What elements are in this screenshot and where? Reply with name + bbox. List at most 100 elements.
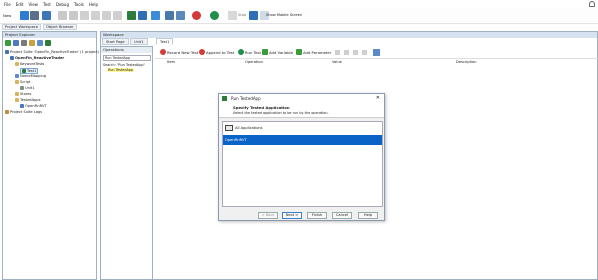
add-parameter-icon <box>296 49 302 55</box>
tree-item-openfinrvt[interactable]: OpenFinRVT <box>20 104 47 108</box>
namemapping-icon <box>15 74 19 78</box>
search-icon[interactable] <box>37 40 43 46</box>
dialog-subheading: Select the tested application to be run … <box>233 111 329 115</box>
tree-item-project[interactable]: OpenFin_ReactiveTrader <box>10 56 64 60</box>
tree-item-testedapps[interactable]: TestedApps <box>15 98 40 102</box>
next-button[interactable]: Next > <box>282 212 302 219</box>
logs-icon <box>5 110 9 114</box>
dialog-title-bar: Run TestedApp ✕ <box>219 94 384 103</box>
script-unit-icon <box>20 86 24 90</box>
menu-test[interactable]: Test <box>43 2 51 7</box>
tree-item-unit1[interactable]: Unit1 <box>20 86 35 90</box>
operations-result-item[interactable]: Run TestedApp <box>107 68 135 72</box>
record-new-test-button[interactable]: Record New Test <box>160 48 198 56</box>
folder-icon <box>15 62 19 66</box>
back-button[interactable]: < Back <box>258 212 278 219</box>
tab-object-browser[interactable]: Object Browser <box>43 24 77 30</box>
project-explorer-pane: Project Explorer Project Suite 'OpenFin_… <box>2 31 99 280</box>
run-test-button[interactable]: Run Test <box>238 48 261 56</box>
column-item[interactable]: Item <box>167 60 175 64</box>
cancel-button[interactable]: Cancel <box>332 212 352 219</box>
indent-right-icon[interactable] <box>362 50 367 55</box>
open-icon[interactable] <box>20 11 29 20</box>
workspace-title: Workspace <box>101 32 597 38</box>
add-item-icon[interactable] <box>13 40 19 46</box>
record-icon <box>160 49 166 55</box>
save-icon[interactable] <box>30 11 39 20</box>
move-down-icon[interactable] <box>344 50 349 55</box>
move-up-icon[interactable] <box>335 50 340 55</box>
grid-header-divider <box>155 58 598 59</box>
cut-icon[interactable] <box>80 11 89 20</box>
operations-panel: Operations Run TestedApp Search: "Run Te… <box>100 46 153 280</box>
tree-item-namemapping[interactable]: NameMapping <box>15 74 46 78</box>
dialog-title: Run TestedApp <box>231 96 261 101</box>
add-parameter-button[interactable]: Add Parameter <box>296 48 331 56</box>
play-icon <box>238 49 244 55</box>
operations-dropdown[interactable]: Run TestedApp <box>103 55 151 61</box>
list-item-openfinrvt[interactable]: OpenFinRVT <box>223 135 382 145</box>
object-spy-icon[interactable] <box>165 11 174 20</box>
properties-icon[interactable] <box>29 40 35 46</box>
menu-tools[interactable]: Tools <box>74 2 84 7</box>
stop-icon[interactable] <box>228 11 237 20</box>
tab-project-workspace[interactable]: Project Workspace <box>2 24 42 30</box>
menu-view[interactable]: View <box>28 2 38 7</box>
menu-debug[interactable]: Debug <box>56 2 69 7</box>
stop-label[interactable]: Stop <box>238 13 246 17</box>
tab-unit1[interactable]: Unit1 <box>130 38 148 45</box>
notifications-bell-icon[interactable] <box>589 1 595 7</box>
append-to-test-button[interactable]: Append to Test <box>199 48 234 56</box>
project-icon <box>10 56 14 60</box>
column-operation[interactable]: Operation <box>245 60 263 64</box>
folder-icon <box>15 92 19 96</box>
undo-icon[interactable] <box>58 11 67 20</box>
mobile-screen-icon[interactable] <box>249 11 258 20</box>
run-icon[interactable] <box>210 11 219 20</box>
record-test-icon[interactable] <box>192 11 201 20</box>
tab-test1[interactable]: Test1 <box>156 38 174 45</box>
new-button[interactable]: New <box>3 13 11 18</box>
run-testedapp-dialog: Run TestedApp ✕ Specify Tested Applicati… <box>218 93 385 221</box>
dialog-close-icon[interactable]: ✕ <box>376 94 380 103</box>
menu-bar: File Edit View Test Debug Tools Help <box>0 0 598 9</box>
application-list: All Applications OpenFinRVT <box>222 121 383 207</box>
object-browser-icon[interactable] <box>176 11 185 20</box>
menu-edit[interactable]: Edit <box>16 2 24 7</box>
delete-icon[interactable] <box>113 11 122 20</box>
run-test-icon[interactable] <box>138 11 147 20</box>
run-item-icon[interactable] <box>45 40 51 46</box>
indent-left-icon[interactable] <box>353 50 358 55</box>
dialog-heading: Specify Tested Application <box>233 105 290 110</box>
menu-help[interactable]: Help <box>89 2 98 7</box>
paste-icon[interactable] <box>102 11 111 20</box>
properties-icon[interactable] <box>373 49 380 56</box>
run-project-icon[interactable] <box>127 11 136 20</box>
dialog-app-icon <box>222 96 227 101</box>
folder-icon <box>15 98 19 102</box>
copy-icon[interactable] <box>91 11 100 20</box>
show-mobile-screen-button[interactable]: Show Mobile Screen <box>266 13 302 17</box>
list-item-all-applications[interactable]: All Applications <box>223 122 382 134</box>
app-icon <box>20 104 24 108</box>
add-variable-button[interactable]: Add Variable <box>262 48 293 56</box>
tree-item-suite-logs[interactable]: Project Suite Logs <box>5 110 42 114</box>
menu-file[interactable]: File <box>4 2 11 7</box>
explorer-toolbar <box>5 40 95 48</box>
record-icon[interactable] <box>151 11 160 20</box>
operations-search-label: Search: "Run TestedApp" <box>103 63 146 67</box>
column-description[interactable]: Description <box>456 60 476 64</box>
tree-item-stores[interactable]: Stores <box>15 92 31 96</box>
tree-item-keywordtests[interactable]: KeywordTests <box>15 62 44 66</box>
tree-item-script[interactable]: Script <box>15 80 30 84</box>
redo-icon[interactable] <box>69 11 78 20</box>
delete-item-icon[interactable] <box>21 40 27 46</box>
finish-button[interactable]: Finish <box>307 212 327 219</box>
project-explorer-title: Project Explorer <box>3 32 96 38</box>
help-button[interactable]: Help <box>358 212 378 219</box>
tree-item-project-suite[interactable]: Project Suite 'OpenFin_ReactiveTrader' (… <box>5 50 99 54</box>
tab-start-page[interactable]: Start Page <box>102 38 129 45</box>
column-value[interactable]: Value <box>332 60 342 64</box>
save-all-icon[interactable] <box>42 11 51 20</box>
add-icon[interactable] <box>5 40 11 46</box>
